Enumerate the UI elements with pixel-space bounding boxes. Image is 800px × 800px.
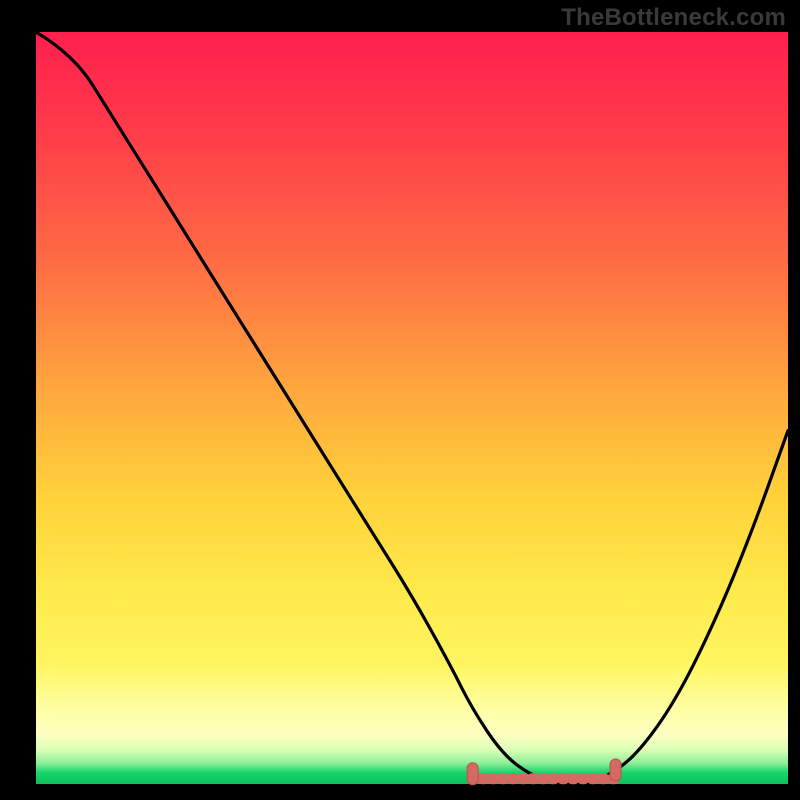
range-marker-start [467,763,478,785]
range-marker-end [610,759,621,781]
bottleneck-chart [0,0,800,800]
chart-frame: TheBottleneck.com [0,0,800,800]
gradient-background [36,32,788,784]
